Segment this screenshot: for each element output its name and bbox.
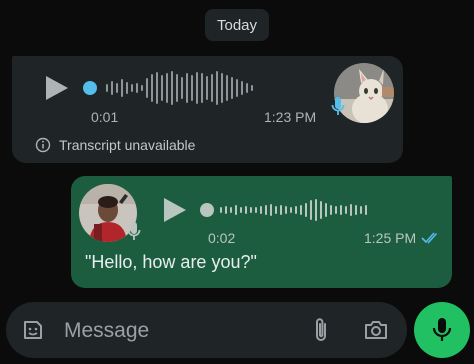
waveform-bar	[345, 206, 347, 214]
waveform-bar	[245, 206, 247, 214]
message-composer: Message	[6, 302, 407, 358]
waveform-bar	[250, 207, 252, 213]
waveform-bar	[181, 77, 183, 99]
waveform-bar	[106, 84, 108, 92]
waveform-bar	[166, 73, 168, 103]
waveform-bar	[146, 78, 148, 98]
waveform-bar	[226, 75, 228, 101]
waveform-bar	[191, 75, 193, 101]
waveform-bar	[285, 206, 287, 214]
waveform-bar	[365, 205, 367, 215]
waveform-bar	[355, 205, 357, 215]
waveform-bar	[220, 207, 222, 213]
waveform-bar	[325, 203, 327, 217]
waveform-bar	[240, 207, 242, 213]
waveform-bar	[251, 85, 253, 91]
waveform-bar	[230, 207, 232, 213]
waveform-bar	[246, 83, 248, 93]
play-icon[interactable]	[164, 198, 186, 222]
sticker-icon[interactable]	[21, 318, 45, 342]
waveform-bar	[241, 81, 243, 95]
waveform[interactable]	[220, 195, 367, 225]
waveform-bar	[320, 201, 322, 219]
waveform-bar	[126, 82, 128, 94]
voice-mic-icon	[127, 222, 141, 240]
microphone-icon	[432, 318, 452, 341]
waveform-bar	[235, 205, 237, 215]
transcript-status: Transcript unavailable	[59, 137, 196, 153]
paperclip-icon[interactable]	[309, 316, 333, 344]
incoming-voice-message[interactable]: 0:01 1:23 PM Transcript unavailable	[12, 56, 403, 163]
playback-position-dot[interactable]	[83, 81, 97, 95]
elapsed-time: 0:01	[91, 109, 119, 125]
waveform-bar	[315, 199, 317, 221]
waveform-bar	[270, 204, 272, 216]
waveform-bar	[300, 205, 302, 215]
message-time: 1:23 PM	[264, 109, 317, 125]
waveform-bar	[201, 73, 203, 103]
waveform-bar	[136, 83, 138, 93]
waveform-bar	[295, 206, 297, 214]
waveform-bar	[350, 204, 352, 216]
play-icon[interactable]	[46, 76, 68, 100]
waveform-bar	[186, 73, 188, 103]
waveform-bar	[330, 205, 332, 215]
waveform-bar	[335, 206, 337, 214]
waveform-bar	[236, 79, 238, 97]
record-voice-button[interactable]	[414, 302, 470, 358]
waveform-bar	[121, 79, 123, 97]
double-check-icon	[421, 232, 438, 244]
waveform-bar	[171, 71, 173, 105]
camera-icon[interactable]	[363, 318, 389, 342]
waveform-bar	[141, 85, 143, 91]
waveform-bar	[216, 71, 218, 105]
waveform-bar	[111, 81, 113, 95]
waveform-bar	[260, 206, 262, 214]
elapsed-time: 0:02	[208, 230, 236, 246]
message-time: 1:25 PM	[364, 230, 417, 246]
waveform[interactable]	[106, 70, 253, 106]
waveform-bar	[221, 73, 223, 103]
waveform-bar	[340, 205, 342, 215]
waveform-bar	[265, 205, 267, 215]
waveform-bar	[310, 200, 312, 220]
date-separator: Today	[205, 9, 269, 41]
waveform-bar	[151, 74, 153, 102]
waveform-bar	[176, 74, 178, 102]
outgoing-voice-message[interactable]: 0:02 1:25 PM "Hello, how are you?"	[71, 176, 452, 288]
waveform-bar	[161, 75, 163, 101]
waveform-bar	[206, 76, 208, 100]
waveform-bar	[211, 74, 213, 102]
waveform-bar	[275, 206, 277, 214]
playback-position-dot[interactable]	[200, 203, 214, 217]
waveform-bar	[225, 206, 227, 214]
waveform-bar	[156, 72, 158, 104]
waveform-bar	[255, 207, 257, 213]
info-icon	[35, 137, 51, 153]
waveform-bar	[196, 72, 198, 104]
voice-mic-icon	[331, 97, 345, 115]
waveform-bar	[131, 84, 133, 92]
waveform-bar	[116, 83, 118, 93]
message-input[interactable]: Message	[64, 319, 149, 343]
transcript-text: "Hello, how are you?"	[85, 252, 257, 272]
waveform-bar	[290, 207, 292, 213]
waveform-bar	[231, 77, 233, 99]
waveform-bar	[305, 203, 307, 217]
waveform-bar	[360, 206, 362, 214]
waveform-bar	[280, 205, 282, 215]
